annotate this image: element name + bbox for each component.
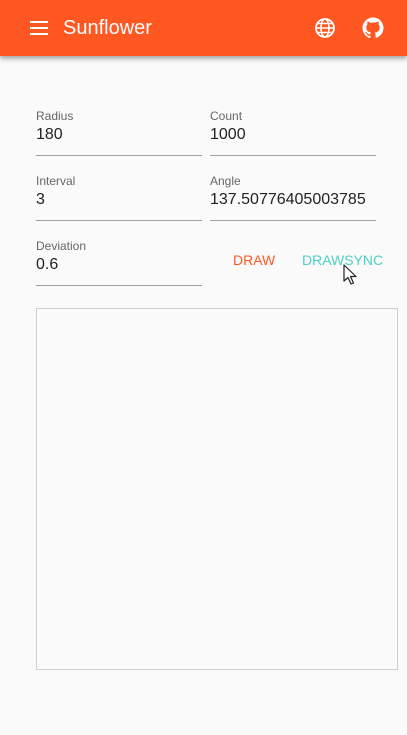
interval-label: Interval bbox=[36, 174, 76, 188]
angle-label: Angle bbox=[210, 174, 241, 188]
deviation-label: Deviation bbox=[36, 239, 87, 253]
angle-input[interactable] bbox=[210, 188, 376, 212]
globe-icon[interactable] bbox=[313, 16, 337, 40]
angle-field: Angle bbox=[210, 174, 376, 221]
count-field: Count bbox=[210, 109, 376, 156]
mouse-cursor-icon bbox=[343, 264, 359, 286]
deviation-input[interactable] bbox=[36, 253, 202, 277]
drawing-canvas[interactable] bbox=[36, 308, 398, 670]
radius-input[interactable] bbox=[36, 123, 202, 147]
count-label: Count bbox=[210, 109, 243, 123]
draw-button[interactable]: DRAW bbox=[233, 250, 275, 270]
github-icon[interactable] bbox=[361, 16, 385, 40]
interval-input[interactable] bbox=[36, 188, 202, 212]
menu-icon[interactable] bbox=[26, 16, 52, 40]
interval-field: Interval bbox=[36, 174, 202, 221]
app-title: Sunflower bbox=[63, 17, 152, 39]
deviation-field: Deviation bbox=[36, 239, 202, 286]
count-input[interactable] bbox=[210, 123, 376, 147]
app-toolbar: Sunflower bbox=[0, 0, 407, 56]
radius-field: Radius bbox=[36, 109, 202, 156]
radius-label: Radius bbox=[36, 109, 74, 123]
